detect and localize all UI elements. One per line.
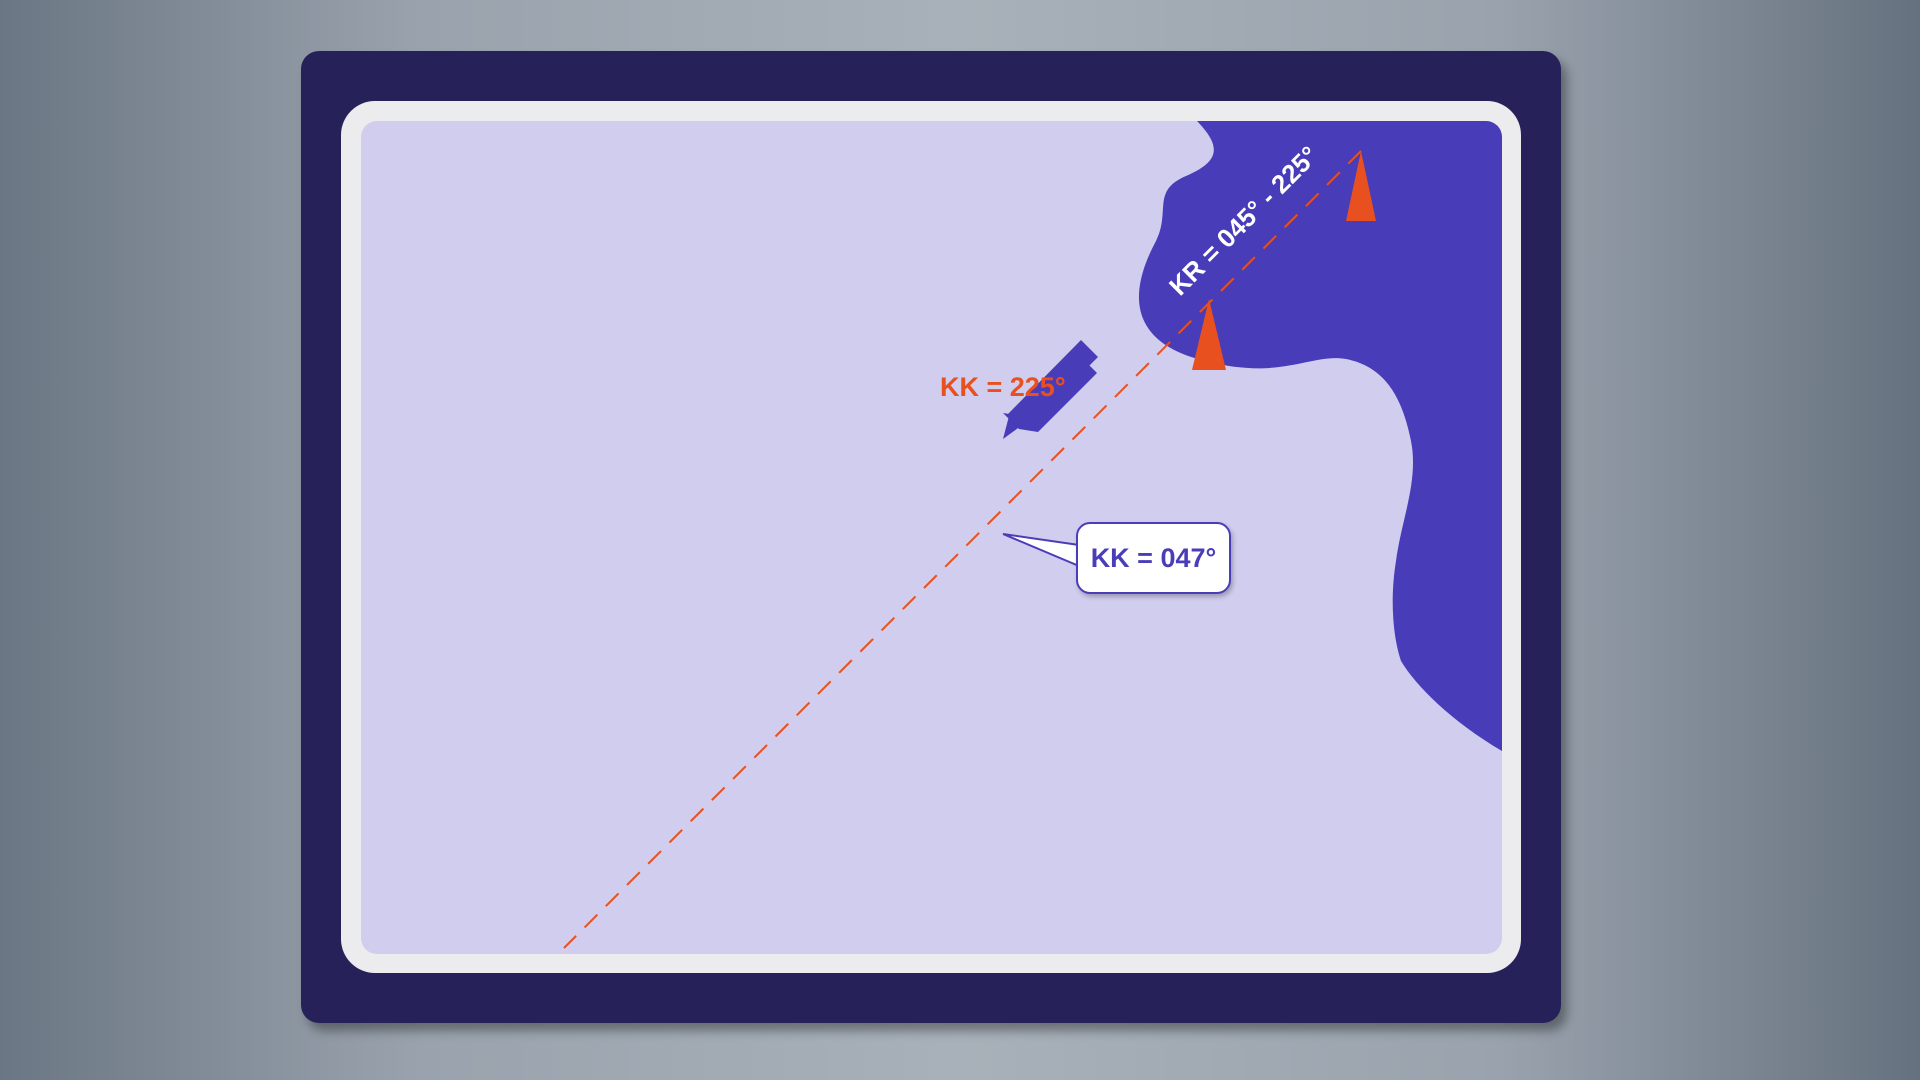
course-label: KK = 225° bbox=[940, 372, 1066, 402]
chart-canvas bbox=[563, 121, 1502, 949]
callout-label: KK = 047° bbox=[1090, 542, 1217, 573]
callout-pointer bbox=[1002, 533, 1080, 568]
chart-screen bbox=[361, 121, 1502, 954]
coastline-land bbox=[1138, 121, 1502, 751]
heading-callout: KK = 047° bbox=[1076, 522, 1231, 594]
